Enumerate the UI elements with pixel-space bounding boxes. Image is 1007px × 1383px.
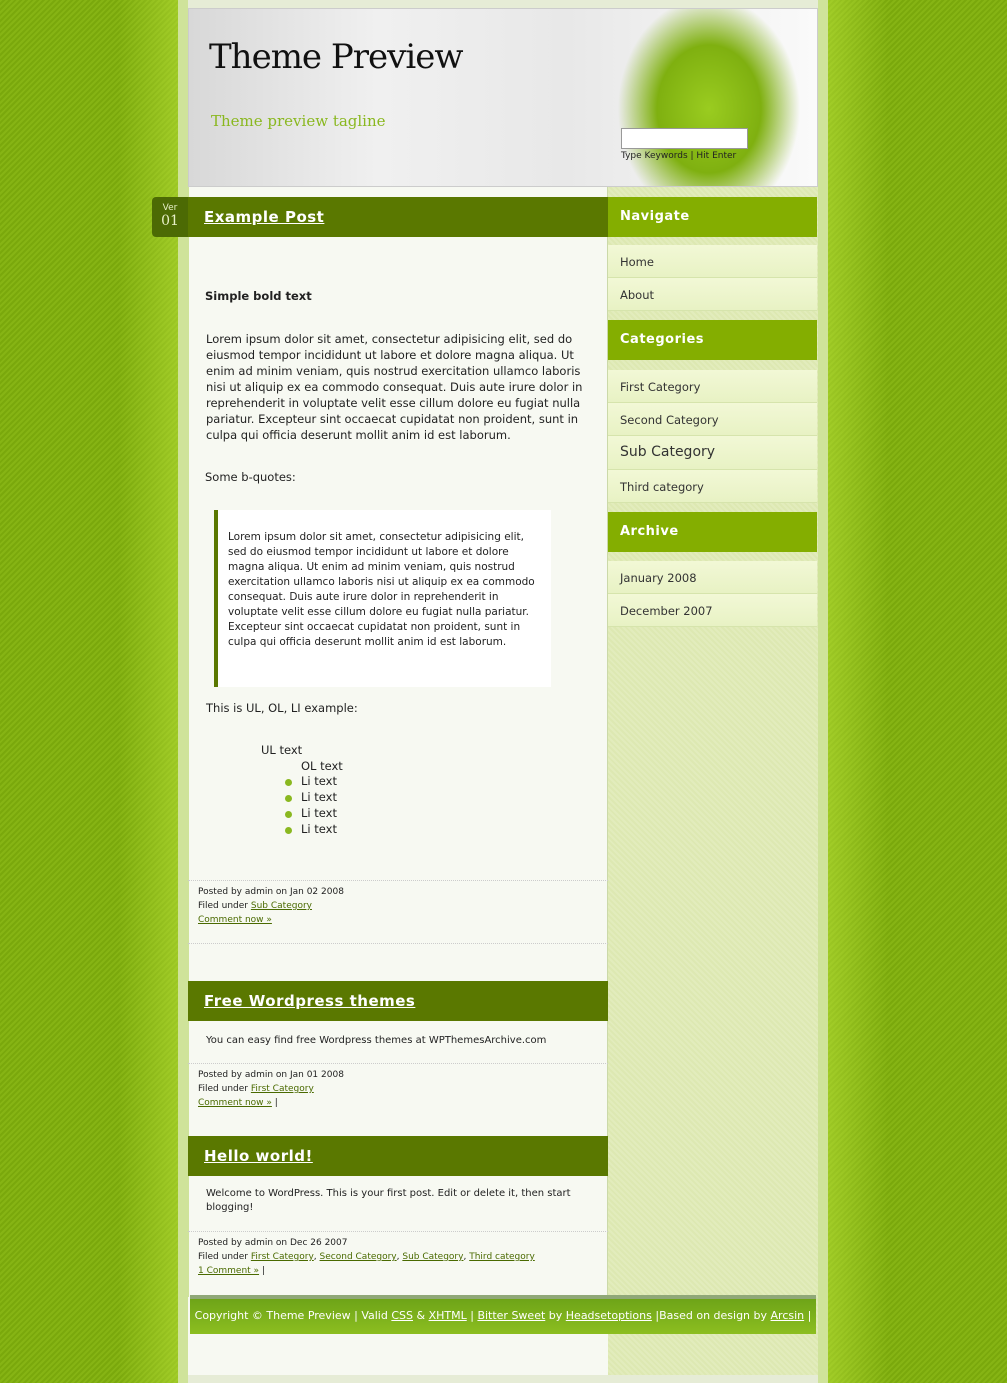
site-tagline: Theme preview tagline	[211, 112, 386, 130]
version-badge: Ver 01	[152, 197, 188, 237]
sidebar-heading-archive: Archive	[608, 512, 817, 552]
bottom-strip	[188, 1375, 818, 1383]
footer-text: |	[804, 1309, 812, 1322]
footer: Copyright © Theme Preview | Valid CSS & …	[190, 1295, 816, 1334]
post-header: Example Post	[188, 197, 608, 237]
site-title[interactable]: Theme Preview	[209, 37, 463, 77]
post-title-link[interactable]: Free Wordpress themes	[204, 992, 415, 1010]
comment-link[interactable]: 1 Comment »	[198, 1266, 259, 1276]
list-item: Li text	[285, 790, 337, 804]
post-meta: Posted by admin on Dec 26 2007 Filed und…	[188, 1231, 608, 1291]
sidebar	[608, 187, 818, 1383]
sidebar-item-third-category[interactable]: Third category	[608, 470, 817, 503]
sidebar-item-home[interactable]: Home	[608, 245, 817, 278]
post-meta: Posted by admin on Jan 01 2008 Filed und…	[188, 1063, 608, 1127]
css-link[interactable]: CSS	[391, 1309, 413, 1322]
posted-by: Posted by admin on Jan 02 2008	[198, 887, 344, 897]
category-link[interactable]: First Category	[251, 1084, 314, 1094]
filed-under: Filed under First Category	[198, 1082, 598, 1096]
blockquote: Lorem ipsum dolor sit amet, consectetur …	[214, 510, 551, 687]
sidebar-item-second-category[interactable]: Second Category	[608, 403, 817, 436]
posted-by: Posted by admin on Dec 26 2007	[198, 1238, 348, 1248]
sidebar-item-december-2007[interactable]: December 2007	[608, 594, 817, 627]
post-paragraph: Lorem ipsum dolor sit amet, consectetur …	[206, 332, 583, 442]
sidebar-item-about[interactable]: About	[608, 278, 817, 311]
footer-text: Copyright © Theme Preview | Valid	[194, 1309, 392, 1322]
post-body: Welcome to WordPress. This is your first…	[206, 1188, 571, 1213]
bg-shade-right	[828, 0, 888, 1383]
separator: |	[261, 1266, 265, 1276]
list-item: Li text	[285, 774, 337, 788]
posted-by: Posted by admin on Jan 01 2008	[198, 1070, 344, 1080]
arcsin-link[interactable]: Arcsin	[771, 1309, 805, 1322]
footer-text: |	[466, 1309, 478, 1322]
post-title-link[interactable]: Example Post	[204, 208, 324, 226]
headsetoptions-link[interactable]: Headsetoptions	[566, 1309, 652, 1322]
ol-text: OL text	[301, 759, 343, 773]
list-label: This is UL, OL, LI example:	[206, 701, 358, 715]
filed-label: Filed under	[198, 1084, 248, 1094]
ul-text: UL text	[261, 743, 303, 757]
xhtml-link[interactable]: XHTML	[429, 1309, 467, 1322]
sidebar-heading-navigate: Navigate	[608, 197, 817, 237]
list-item: Li text	[285, 806, 337, 820]
bold-text: Simple bold text	[205, 289, 312, 303]
comment-link[interactable]: Comment now »	[198, 1098, 272, 1108]
sidebar-item-january-2008[interactable]: January 2008	[608, 561, 817, 594]
list-item: Li text	[285, 822, 337, 836]
category-link[interactable]: Second Category	[320, 1252, 397, 1262]
post-title-link[interactable]: Hello world!	[204, 1147, 313, 1165]
version-number: 01	[161, 213, 179, 229]
filed-label: Filed under	[198, 1252, 248, 1262]
separator: |	[274, 1098, 278, 1108]
sidebar-item-sub-category[interactable]: Sub Category	[608, 436, 817, 470]
comment-link[interactable]: Comment now »	[198, 915, 272, 925]
post-body: You can easy find free Wordpress themes …	[206, 1035, 547, 1046]
top-strip	[188, 0, 818, 8]
version-label: Ver	[162, 203, 178, 213]
bquote-label: Some b-quotes:	[205, 470, 296, 484]
footer-text: |Based on design by	[651, 1309, 771, 1322]
category-link[interactable]: Sub Category	[251, 901, 312, 911]
category-link[interactable]: First Category	[251, 1252, 314, 1262]
category-link[interactable]: Third category	[469, 1252, 535, 1262]
header: Theme Preview Theme preview tagline Type…	[188, 8, 818, 187]
filed-under: Filed under Sub Category	[198, 899, 598, 913]
sidebar-item-first-category[interactable]: First Category	[608, 370, 817, 403]
search-input[interactable]	[621, 128, 748, 149]
search-hint: Type Keywords | Hit Enter	[621, 151, 737, 161]
sidebar-heading-categories: Categories	[608, 320, 817, 360]
footer-text: by	[545, 1309, 566, 1322]
category-link[interactable]: Sub Category	[402, 1252, 463, 1262]
bitter-sweet-link[interactable]: Bitter Sweet	[477, 1309, 545, 1322]
post-header: Hello world!	[188, 1136, 608, 1176]
filed-label: Filed under	[198, 901, 248, 911]
filed-under: Filed under First Category, Second Categ…	[198, 1252, 535, 1262]
post-header: Free Wordpress themes	[188, 981, 608, 1021]
post-meta: Posted by admin on Jan 02 2008 Filed und…	[188, 880, 608, 944]
footer-text: &	[413, 1309, 429, 1322]
